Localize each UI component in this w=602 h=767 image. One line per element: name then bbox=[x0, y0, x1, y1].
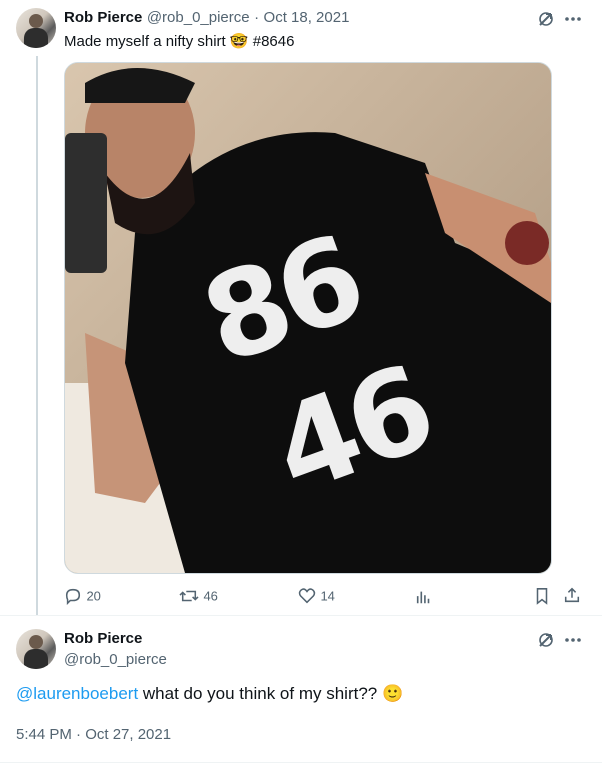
reply-icon bbox=[64, 587, 82, 606]
display-name[interactable]: Rob Pierce bbox=[64, 9, 142, 26]
avatar[interactable] bbox=[16, 629, 56, 669]
reply-button[interactable]: 20 bbox=[64, 587, 101, 606]
tweet-timestamp[interactable]: 5:44 PM · Oct 27, 2021 bbox=[16, 726, 171, 743]
more-icon[interactable] bbox=[563, 9, 583, 34]
grok-icon[interactable] bbox=[536, 630, 556, 655]
like-button[interactable]: 14 bbox=[298, 587, 335, 605]
handle[interactable]: @rob_0_pierce bbox=[147, 9, 250, 26]
divider bbox=[0, 762, 602, 763]
tweet-date[interactable]: Oct 18, 2021 bbox=[264, 9, 350, 26]
share-icon[interactable] bbox=[563, 586, 581, 609]
tweet-header: Rob Pierce @rob_0_pierce · Oct 18, 2021 bbox=[64, 9, 349, 27]
retweet-button[interactable]: 46 bbox=[179, 587, 218, 605]
tweet-photo[interactable]: 86 46 bbox=[64, 62, 552, 574]
tweet-text: Made myself a nifty shirt 🤓 #8646 bbox=[64, 33, 295, 50]
retweet-count: 46 bbox=[203, 588, 218, 604]
tweet-text: what do you think of my shirt?? 🙂 bbox=[138, 684, 404, 703]
views-icon[interactable] bbox=[415, 588, 433, 611]
grok-icon[interactable] bbox=[536, 9, 556, 34]
avatar[interactable] bbox=[16, 8, 56, 48]
mention-link[interactable]: @laurenboebert bbox=[16, 684, 138, 703]
bookmark-icon[interactable] bbox=[533, 587, 551, 610]
thread-line bbox=[36, 56, 38, 616]
more-icon[interactable] bbox=[563, 630, 583, 655]
retweet-icon bbox=[179, 587, 199, 605]
like-count: 14 bbox=[320, 588, 335, 604]
separator-dot: · bbox=[254, 9, 260, 26]
tweet-body: @laurenboebert what do you think of my s… bbox=[16, 684, 403, 704]
like-icon bbox=[298, 587, 316, 605]
divider bbox=[0, 615, 602, 616]
reply-count: 20 bbox=[86, 588, 101, 604]
handle[interactable]: @rob_0_pierce bbox=[64, 651, 167, 668]
display-name[interactable]: Rob Pierce bbox=[64, 630, 142, 647]
